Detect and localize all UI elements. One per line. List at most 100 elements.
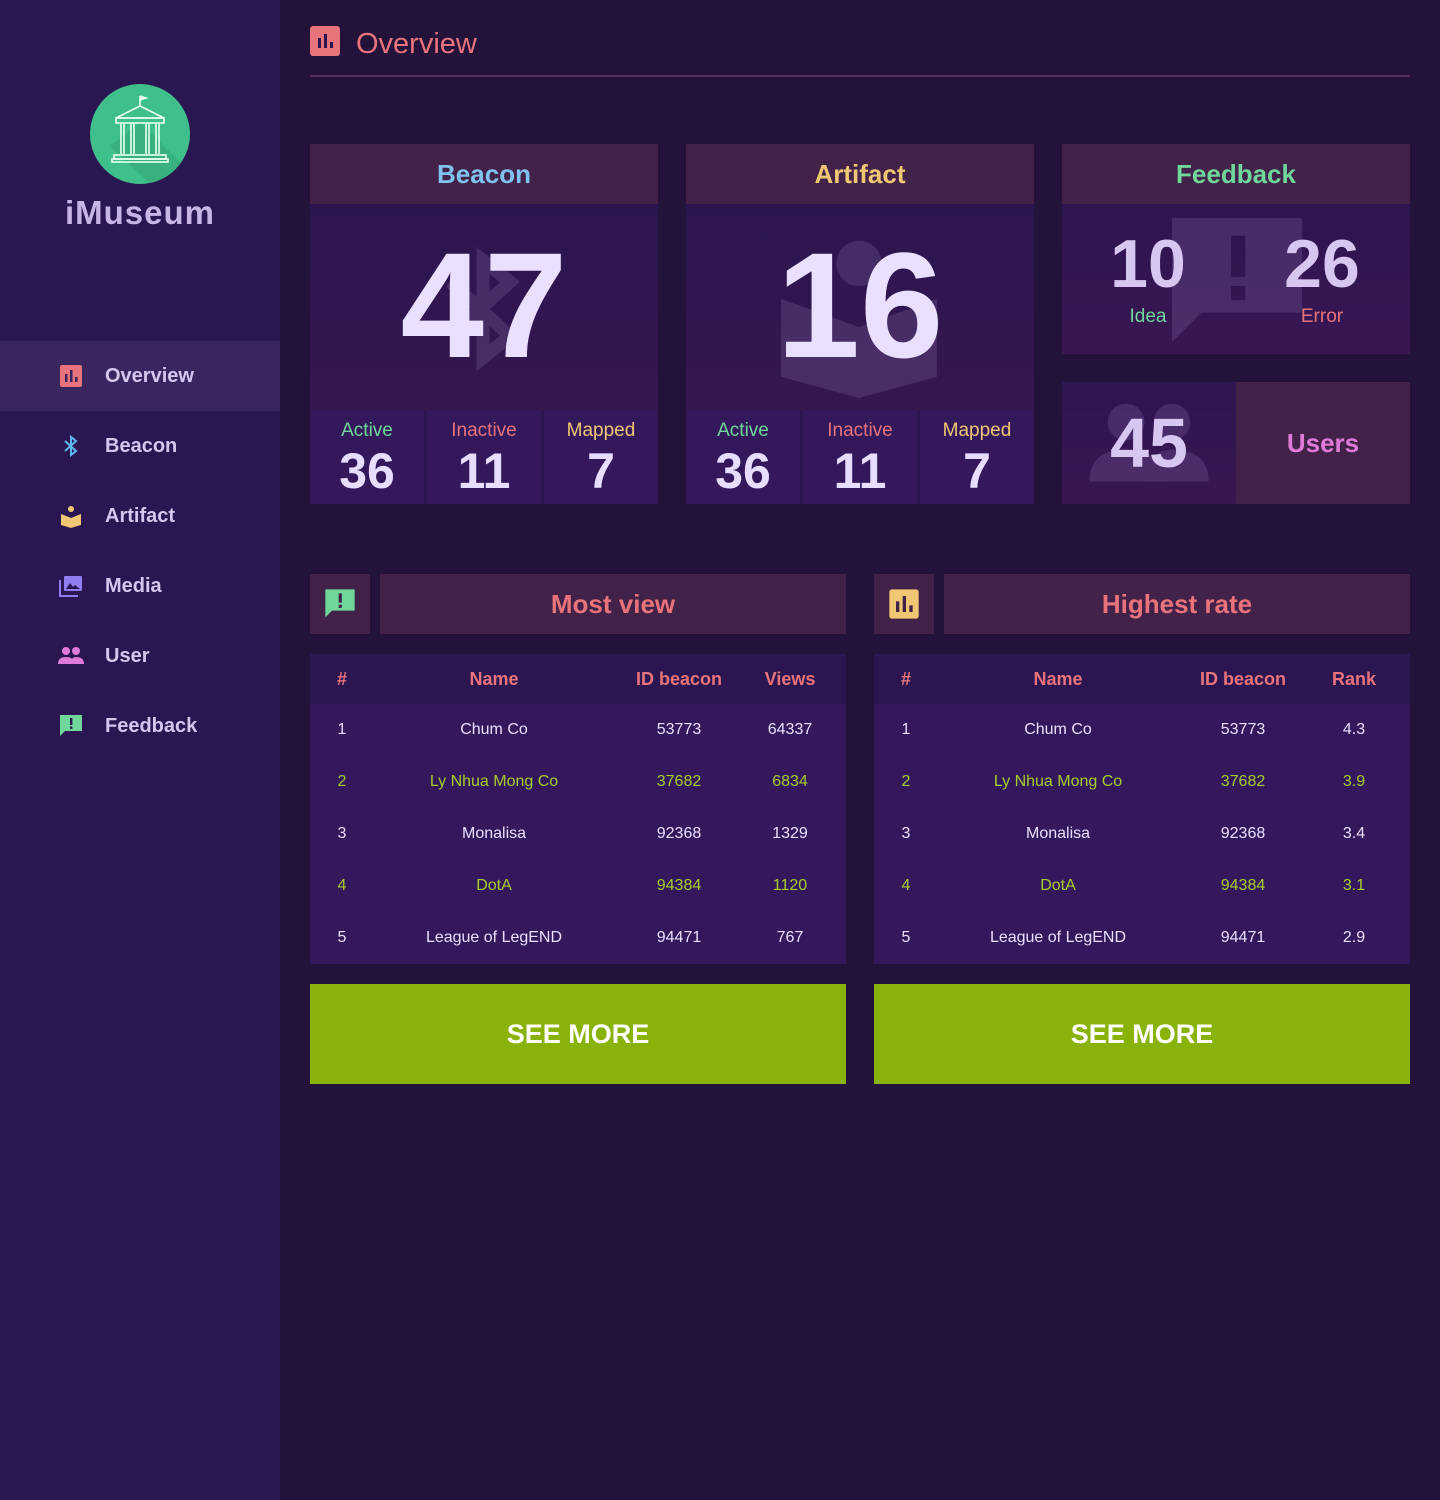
artifact-inactive-stat: Inactive 11 bbox=[803, 410, 917, 504]
cell-name: Chum Co bbox=[460, 721, 528, 738]
highest-rate-see-more-button[interactable]: SEE MORE bbox=[874, 984, 1410, 1084]
stat-label: Mapped bbox=[566, 420, 636, 441]
page-title: Overview bbox=[356, 28, 477, 60]
artifact-stats: Active 36 Inactive 11 Mapped 7 bbox=[686, 410, 1034, 504]
stat-label: Active bbox=[717, 420, 769, 441]
stat-value: 11 bbox=[833, 443, 887, 499]
cell-id-beacon: 94384 bbox=[1220, 877, 1266, 894]
people-icon bbox=[58, 643, 84, 669]
column-header[interactable]: Views bbox=[744, 669, 836, 690]
beacon-card-title: Beacon bbox=[310, 144, 658, 204]
column-header[interactable]: # bbox=[874, 669, 938, 690]
table-row[interactable]: 2 Ly Nhua Mong Co 37682 3.9 bbox=[874, 756, 1410, 808]
cell-name: Chum Co bbox=[1024, 721, 1092, 738]
column-header[interactable]: Rank bbox=[1308, 669, 1400, 690]
cell-id-beacon: 92368 bbox=[656, 825, 702, 842]
cell-rank: 1 bbox=[901, 721, 911, 738]
feedback-body: 10 Idea 26 Error bbox=[1062, 204, 1410, 354]
feedback-icon bbox=[310, 574, 370, 634]
table-row[interactable]: 1 Chum Co 53773 4.3 bbox=[874, 704, 1410, 756]
cell-rank: 3 bbox=[901, 825, 911, 842]
sidebar-item-label: Feedback bbox=[105, 714, 198, 737]
column-header[interactable]: ID beacon bbox=[614, 669, 744, 690]
beacon-mapped-stat: Mapped 7 bbox=[544, 410, 658, 504]
sidebar-nav: Overview Beacon Artifact Media User Feed… bbox=[0, 341, 280, 761]
column-header[interactable]: # bbox=[310, 669, 374, 690]
cell-id-beacon: 92368 bbox=[1220, 825, 1266, 842]
cell-rank: 3 bbox=[337, 825, 347, 842]
table-row[interactable]: 3 Monalisa 92368 3.4 bbox=[874, 808, 1410, 860]
cell-rank: 4 bbox=[337, 877, 347, 894]
stat-label: Inactive bbox=[827, 420, 893, 441]
sidebar-item-beacon[interactable]: Beacon bbox=[0, 411, 280, 481]
feedback-icon bbox=[58, 713, 84, 739]
stat-label: Mapped bbox=[942, 420, 1012, 441]
table-row[interactable]: 5 League of LegEND 94471 767 bbox=[310, 912, 846, 964]
cell-id-beacon: 94471 bbox=[1220, 929, 1266, 946]
cell-views: 1329 bbox=[772, 825, 808, 842]
bluetooth-icon bbox=[58, 433, 84, 459]
table-row[interactable]: 4 DotA 94384 3.1 bbox=[874, 860, 1410, 912]
column-header[interactable]: ID beacon bbox=[1178, 669, 1308, 690]
stat-label: Inactive bbox=[451, 420, 517, 441]
sidebar-item-media[interactable]: Media bbox=[0, 551, 280, 621]
cell-id-beacon: 37682 bbox=[1220, 773, 1266, 790]
cell-rank: 5 bbox=[337, 929, 347, 946]
table-row[interactable]: 1 Chum Co 53773 64337 bbox=[310, 704, 846, 756]
column-header[interactable]: Name bbox=[938, 669, 1178, 690]
cell-rank: 1 bbox=[337, 721, 347, 738]
cell-rank: 2 bbox=[901, 773, 911, 790]
stat-value: 7 bbox=[963, 443, 991, 499]
cell-name: DotA bbox=[476, 877, 512, 894]
column-header[interactable]: Name bbox=[374, 669, 614, 690]
museum-logo-icon bbox=[90, 84, 190, 184]
cell-id-beacon: 94384 bbox=[656, 877, 702, 894]
artifact-card[interactable]: Artifact 16 Active 36 Inactive 11 Mapped… bbox=[686, 144, 1034, 504]
table-header: # Name ID beacon Rank bbox=[874, 654, 1410, 704]
sidebar-item-overview[interactable]: Overview bbox=[0, 341, 280, 411]
users-count: 45 bbox=[1110, 404, 1188, 482]
table-row[interactable]: 2 Ly Nhua Mong Co 37682 6834 bbox=[310, 756, 846, 808]
feedback-card[interactable]: Feedback 10 Idea 26 Error bbox=[1062, 144, 1410, 354]
sidebar-item-label: Media bbox=[105, 574, 162, 597]
most-view-title: Most view bbox=[380, 574, 846, 634]
sidebar-item-label: Artifact bbox=[105, 504, 176, 527]
table-header: # Name ID beacon Views bbox=[310, 654, 846, 704]
artifact-total: 16 bbox=[776, 221, 944, 389]
stat-value: 11 bbox=[457, 443, 511, 499]
idea-label: Idea bbox=[1129, 306, 1167, 327]
cell-rating: 3.4 bbox=[1342, 825, 1366, 842]
brand-name: iMuseum bbox=[64, 194, 216, 231]
photo-library-icon bbox=[58, 573, 84, 599]
reader-icon bbox=[58, 503, 84, 529]
artifact-active-stat: Active 36 bbox=[686, 410, 800, 504]
error-label: Error bbox=[1300, 306, 1344, 327]
beacon-active-stat: Active 36 bbox=[310, 410, 424, 504]
cell-name: Ly Nhua Mong Co bbox=[429, 773, 559, 790]
cell-rating: 3.1 bbox=[1342, 877, 1366, 894]
cell-name: Monalisa bbox=[1025, 825, 1091, 842]
cell-name: DotA bbox=[1040, 877, 1076, 894]
sidebar-item-label: User bbox=[105, 644, 150, 667]
table-row[interactable]: 4 DotA 94384 1120 bbox=[310, 860, 846, 912]
sidebar-item-label: Overview bbox=[105, 364, 194, 387]
table-body: 1 Chum Co 53773 64337 2 Ly Nhua Mong Co … bbox=[310, 704, 846, 964]
cell-rank: 5 bbox=[901, 929, 911, 946]
table-row[interactable]: 5 League of LegEND 94471 2.9 bbox=[874, 912, 1410, 964]
highest-rate-title: Highest rate bbox=[944, 574, 1410, 634]
most-view-table: # Name ID beacon Views 1 Chum Co 53773 6… bbox=[310, 654, 846, 964]
sidebar-item-feedback[interactable]: Feedback bbox=[0, 691, 280, 761]
sidebar-item-user[interactable]: User bbox=[0, 621, 280, 691]
cell-name: Ly Nhua Mong Co bbox=[993, 773, 1123, 790]
sidebar-item-label: Beacon bbox=[105, 434, 178, 457]
sidebar-item-artifact[interactable]: Artifact bbox=[0, 481, 280, 551]
users-card[interactable]: 45 Users bbox=[1062, 382, 1410, 504]
cell-rating: 4.3 bbox=[1342, 721, 1366, 738]
table-row[interactable]: 3 Monalisa 92368 1329 bbox=[310, 808, 846, 860]
beacon-card[interactable]: Beacon 47 Active 36 Inactive 11 Mapped 7 bbox=[310, 144, 658, 504]
stat-value: 36 bbox=[339, 443, 395, 499]
cell-id-beacon: 37682 bbox=[656, 773, 702, 790]
beacon-inactive-stat: Inactive 11 bbox=[427, 410, 541, 504]
most-view-see-more-button[interactable]: SEE MORE bbox=[310, 984, 846, 1084]
cell-views: 6834 bbox=[772, 773, 808, 790]
